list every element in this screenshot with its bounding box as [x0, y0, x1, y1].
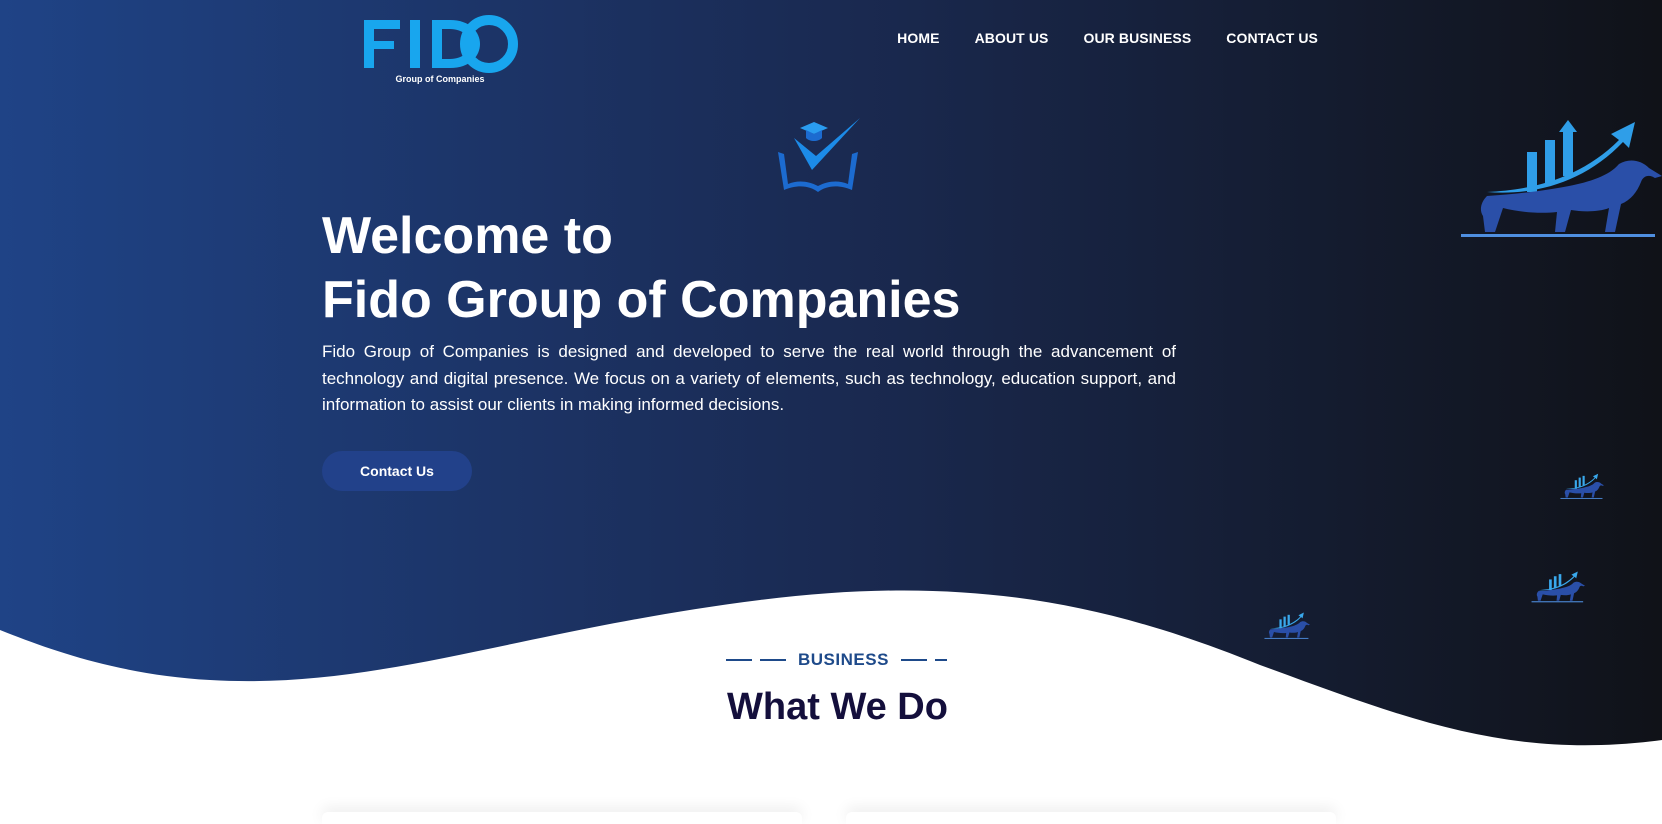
section-title: What We Do: [727, 686, 948, 728]
bull-growth-icon: [1461, 120, 1662, 237]
education-check-icon: [778, 118, 860, 192]
hero-title: Welcome to Fido Group of Companies: [322, 204, 960, 332]
hero-title-line1: Welcome to: [322, 207, 613, 265]
hero-description: Fido Group of Companies is designed and …: [322, 342, 1176, 414]
nav-about-us[interactable]: ABOUT US: [975, 30, 1049, 46]
bull-growth-small-icon: [1560, 473, 1604, 499]
logo-tagline: Group of Companies: [395, 74, 485, 84]
business-card: [322, 812, 802, 824]
hero-title-line2: Fido Group of Companies: [322, 271, 961, 329]
section-tag-label: BUSINESS: [798, 650, 889, 669]
nav-our-business[interactable]: OUR BUSINESS: [1083, 30, 1191, 46]
logo-wordmark-icon: [364, 15, 518, 73]
nav-home[interactable]: HOME: [897, 30, 939, 46]
business-card: [846, 812, 1336, 824]
bull-growth-small-icon: [1264, 612, 1310, 639]
tag-divider: [726, 659, 752, 661]
tag-divider: [760, 659, 786, 661]
logo[interactable]: Group of Companies: [362, 14, 518, 88]
tag-divider: [900, 659, 927, 661]
bull-growth-small-icon: [1531, 571, 1585, 603]
contact-us-button[interactable]: Contact Us: [322, 451, 472, 491]
nav-contact-us[interactable]: CONTACT US: [1226, 30, 1318, 46]
tag-divider: [934, 659, 947, 661]
main-nav: HOME ABOUT US OUR BUSINESS CONTACT US: [897, 30, 1318, 46]
hero-section: Group of Companies HOME ABOUT US OUR BUS…: [0, 0, 1662, 824]
section-tag: BUSINESS: [726, 650, 947, 670]
